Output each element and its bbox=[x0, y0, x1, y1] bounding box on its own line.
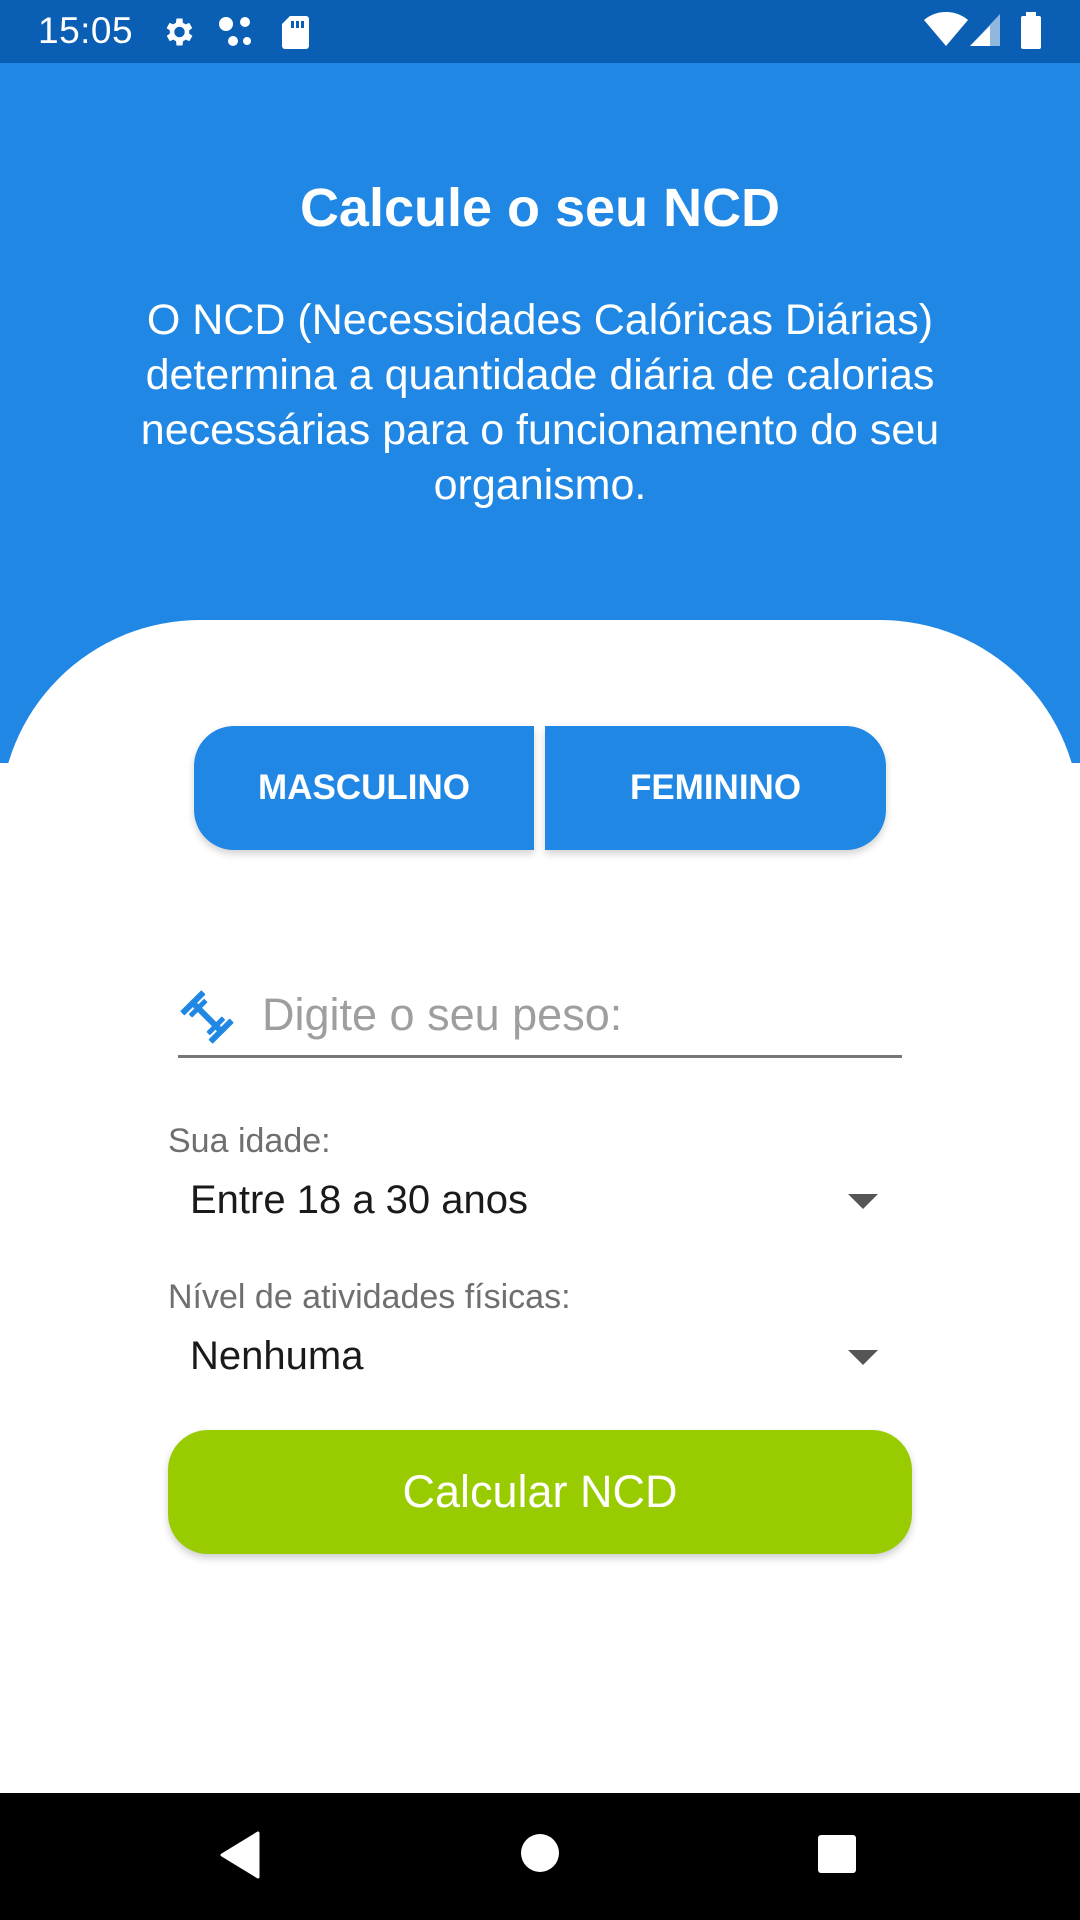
chevron-down-icon bbox=[848, 1350, 878, 1365]
status-bar: 15:05 bbox=[0, 0, 1080, 63]
screen: 15:05 Calcule o seu NCD O NCD (Necessida… bbox=[0, 0, 1080, 1920]
dumbbell-icon bbox=[178, 988, 236, 1051]
dots-icon bbox=[217, 14, 255, 55]
weight-field[interactable] bbox=[178, 975, 902, 1058]
activity-select[interactable]: Nenhuma bbox=[168, 1324, 878, 1394]
back-icon[interactable] bbox=[218, 1831, 260, 1884]
status-time: 15:05 bbox=[38, 10, 134, 51]
battery-icon bbox=[1020, 12, 1042, 55]
page-title: Calcule o seu NCD bbox=[299, 178, 781, 238]
page-description: O NCD (Necessidades Calóricas Diárias) d… bbox=[140, 296, 940, 509]
age-selected-value: Entre 18 a 30 anos bbox=[190, 1178, 529, 1222]
home-icon[interactable] bbox=[518, 1831, 562, 1880]
male-button[interactable]: MASCULINO bbox=[194, 726, 534, 850]
weight-input[interactable] bbox=[262, 983, 882, 1047]
navigation-bar bbox=[0, 1793, 1080, 1920]
age-select[interactable]: Entre 18 a 30 anos bbox=[168, 1168, 878, 1238]
activity-label: Nível de atividades físicas: bbox=[168, 1278, 571, 1316]
chevron-down-icon bbox=[848, 1194, 878, 1209]
calculate-button[interactable]: Calcular NCD bbox=[168, 1430, 912, 1554]
sd-card-icon bbox=[280, 14, 310, 55]
age-label: Sua idade: bbox=[168, 1122, 331, 1160]
female-button[interactable]: FEMININO bbox=[545, 726, 886, 850]
activity-selected-value: Nenhuma bbox=[190, 1334, 364, 1378]
signal-icon bbox=[968, 12, 1002, 53]
recents-icon[interactable] bbox=[816, 1833, 858, 1880]
wifi-icon bbox=[924, 11, 968, 53]
gear-icon bbox=[160, 14, 196, 55]
